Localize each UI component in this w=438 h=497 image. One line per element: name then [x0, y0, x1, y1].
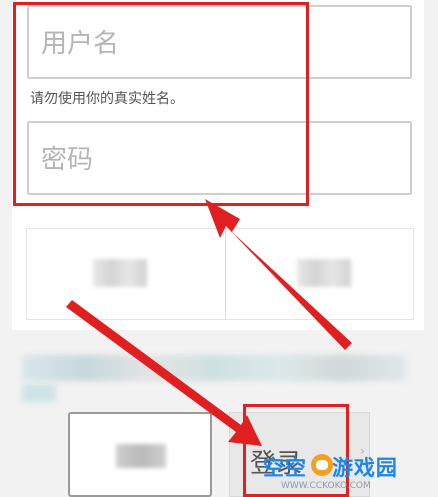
- arrow-to-form: [205, 199, 352, 350]
- watermark-url: WWW.CCKOKO.COM: [281, 481, 371, 491]
- annotation-arrows: [66, 199, 352, 446]
- watermark: 空空 游戏园 WWW.CCKOKO.COM: [263, 452, 413, 496]
- watermark-logo-icon: [311, 454, 333, 476]
- arrow-to-login: [66, 300, 262, 446]
